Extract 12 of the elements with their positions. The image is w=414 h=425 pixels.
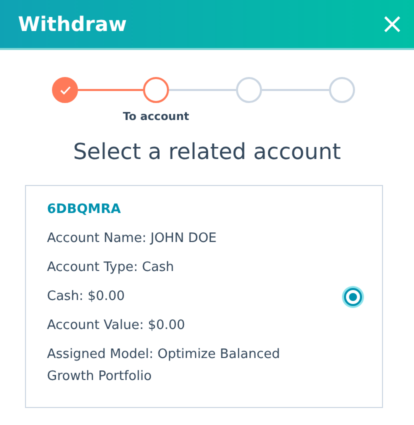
account-card[interactable]: 6DBQMRA Account Name: JOHN DOE Account Type: Cash Cash: $0.00 Account Value: $0.00 Assigned Model: Optimize Balanced Growth Portfolio (25, 185, 383, 408)
step-label: To account (122, 109, 190, 125)
check-icon (60, 86, 70, 94)
account-detail: Account Value: $0.00 (47, 316, 186, 334)
account-id: 6DBQMRA (47, 201, 122, 219)
window-title: Withdraw (18, 11, 127, 38)
account-detail: Account Type: Cash (47, 258, 176, 276)
account-detail: Cash: $0.00 (47, 288, 126, 306)
radio-button[interactable] (344, 288, 362, 306)
heading: Select a related account (72, 139, 342, 167)
account-detail: Account Name: JOHN DOE (47, 230, 218, 248)
account-detail: Assigned Model: Optimize Balanced Growth Portfolio (47, 346, 281, 386)
